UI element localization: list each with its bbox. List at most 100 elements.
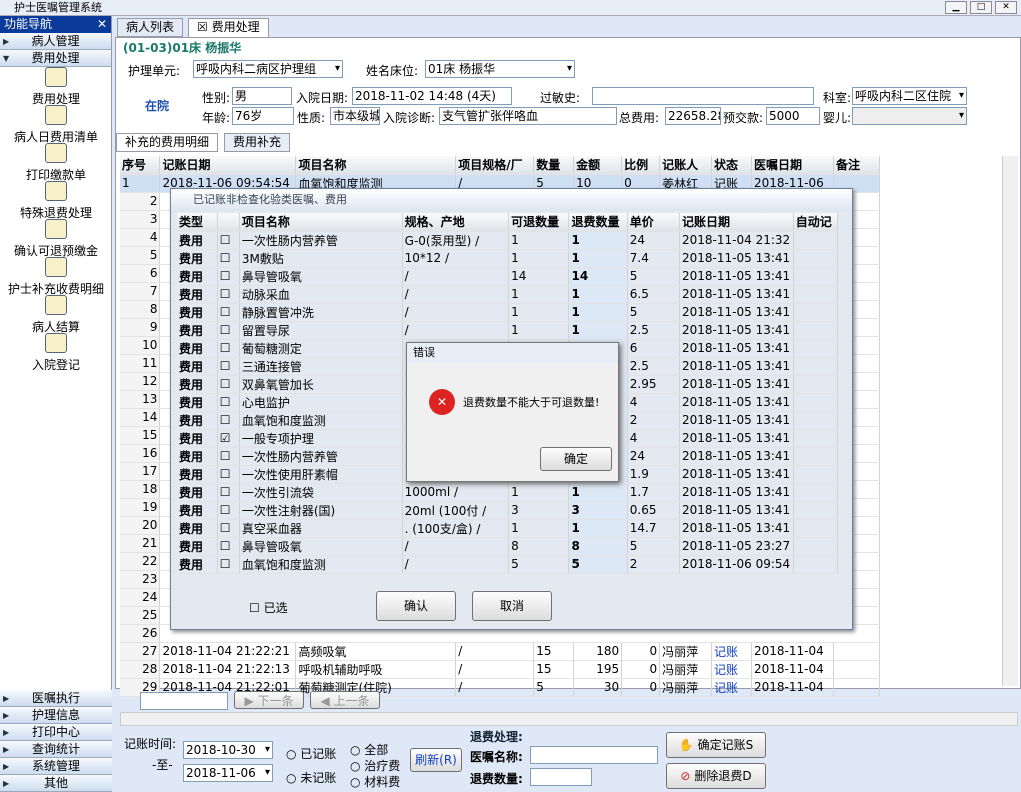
confirm-bill-button[interactable]: ✋ 确定记账S [666, 732, 766, 758]
dialog-row[interactable]: 费用 ☐ 血氧饱和度监测/5 5 2 2018-11-06 09:54 [177, 555, 839, 574]
vertical-scrollbar[interactable] [1002, 156, 1018, 686]
dialog-row[interactable]: 费用 ☐ 静脉置管冲洗/1 1 5 2018-11-05 13:41 [177, 303, 839, 322]
table-row[interactable]: 28 2018-11-04 21:22:13 呼吸机辅助呼吸/15 195 0 冯丽萍 记账… [120, 660, 881, 679]
prepay-field[interactable]: 5000 [766, 107, 820, 125]
column-header: 备注 [833, 156, 881, 175]
dialog-cancel-button[interactable]: 取消 [472, 591, 552, 621]
refund-title: 退费处理: [470, 730, 523, 744]
column-header: 记账人 [659, 156, 713, 175]
unit-select[interactable]: 呼吸内科二病区护理组 [193, 60, 343, 78]
age-field[interactable]: 76岁 [232, 107, 294, 125]
row-checkbox[interactable]: ☐ [217, 555, 240, 574]
row-checkbox[interactable]: ☐ [217, 267, 240, 286]
row-checkbox[interactable]: ☐ [217, 303, 240, 322]
tool-item[interactable]: 特殊退费处理 [0, 181, 112, 220]
column-header: 金额 [573, 156, 623, 175]
tool-item[interactable]: 入院登记 [0, 333, 112, 372]
radio-unbilled[interactable]: ○ 未记账 [286, 769, 336, 786]
row-checkbox[interactable]: ☐ [217, 519, 240, 538]
dialog-row[interactable]: 费用 ☐ 动脉采血/1 1 6.5 2018-11-05 13:41 [177, 285, 839, 304]
refresh-button[interactable]: 刷新(R) [410, 748, 462, 772]
dialog-row[interactable]: 费用 ☐ 真空采血器. (100支/盒) /1 1 14.7 2018-11-05 13:… [177, 519, 839, 538]
allergy-field[interactable] [592, 87, 814, 105]
row-checkbox[interactable]: ☐ [217, 357, 240, 376]
tool-item[interactable]: 确认可退预缴金 [0, 219, 112, 258]
row-checkbox[interactable]: ☐ [217, 393, 240, 412]
row-checkbox[interactable]: ☐ [217, 537, 240, 556]
dialog-row[interactable]: 费用 ☐ 留置导尿/1 1 2.5 2018-11-05 13:41 [177, 321, 839, 340]
row-checkbox[interactable]: ☐ [217, 285, 240, 304]
dialog-row[interactable]: 费用 ☐ 鼻导管吸氧/14 14 5 2018-11-05 13:41 [177, 267, 839, 286]
row-checkbox[interactable]: ☐ [217, 465, 240, 484]
nav-bottom-item[interactable]: ▶ 打印中心 [0, 724, 112, 741]
dialog-row[interactable]: 费用 ☐ 一次性引流袋 1000ml /1 1 1.7 2018-11-05 13:41 [177, 483, 839, 502]
horizontal-scrollbar[interactable] [120, 712, 1018, 726]
nav-patient[interactable]: ▶ 病人管理 [0, 33, 111, 50]
selected-checkbox[interactable]: ☐ 已选 [249, 599, 288, 616]
minimize-button[interactable]: ▁ [945, 1, 967, 14]
sex-field[interactable]: 男 [232, 87, 292, 105]
row-checkbox[interactable]: ☐ [217, 411, 240, 430]
admit-field[interactable]: 2018-11-02 14:48 (4天) [352, 87, 512, 105]
column-header: 医嘱日期 [751, 156, 834, 175]
pager-input[interactable] [140, 692, 228, 710]
row-checkbox[interactable]: ☐ [217, 249, 240, 268]
tool-icon [45, 257, 67, 277]
date-to[interactable]: 2018-11-06 [183, 764, 273, 782]
row-checkbox[interactable]: ☐ [217, 231, 240, 250]
error-icon: ✕ [429, 389, 455, 415]
tab-patient-list[interactable]: 病人列表 [117, 18, 184, 37]
prev-button[interactable]: ◀ 上一条 [310, 691, 380, 709]
app-title: 护士医嘱管理系统 [14, 1, 102, 14]
bed-select[interactable]: 01床 杨振华 [425, 60, 575, 78]
diag-field[interactable]: 支气管扩张伴咯血 [439, 107, 617, 125]
tool-item[interactable]: 费用处理 [0, 67, 112, 106]
maximize-button[interactable]: □ [970, 1, 992, 14]
nav-fee[interactable]: ▼ 费用处理 [0, 50, 111, 67]
dialog-row[interactable]: 费用 ☐ 一次性肠内营养管 G-0(泵用型) /1 1 24 2018-11-04 21:3… [177, 231, 839, 250]
nav-bottom-item[interactable]: ▶ 查询统计 [0, 741, 112, 758]
next-button[interactable]: ▶ 下一条 [234, 691, 304, 709]
total-field[interactable]: 22658.28 [665, 107, 721, 125]
baby-select[interactable] [852, 107, 967, 125]
tool-item[interactable]: 病人日费用清单 [0, 105, 112, 144]
order-label: 医嘱名称: [470, 750, 523, 764]
tab-supp-fee[interactable]: 费用补充 [224, 133, 291, 152]
tool-item[interactable]: 病人结算 [0, 295, 112, 334]
radio-billed[interactable]: ○ 已记账 [286, 745, 336, 762]
radio-all[interactable]: ○ 全部 [350, 741, 388, 758]
tab-fee[interactable]: ☒ 费用处理 [188, 18, 269, 38]
tool-item[interactable]: 护士补充收费明细 [0, 257, 112, 296]
row-checkbox[interactable]: ☐ [217, 483, 240, 502]
dept-select[interactable]: 呼吸内科二区住院 [852, 87, 967, 105]
row-checkbox[interactable]: ☐ [217, 501, 240, 520]
nav-bottom-item[interactable]: ▶ 医嘱执行 [0, 690, 112, 707]
date-from[interactable]: 2018-10-30 [183, 741, 273, 759]
row-checkbox[interactable]: ☑ [217, 429, 240, 448]
dialog-ok-button[interactable]: 确认 [376, 591, 456, 621]
row-checkbox[interactable]: ☐ [217, 375, 240, 394]
dialog-row[interactable]: 费用 ☐ 鼻导管吸氧/8 8 5 2018-11-05 23:27 [177, 537, 839, 556]
tool-item[interactable]: 打印缴款单 [0, 143, 112, 182]
error-message: 退费数量不能大于可退数量! [463, 396, 600, 409]
delete-refund-button[interactable]: ⊘ 删除退费D [666, 763, 766, 789]
row-checkbox[interactable]: ☐ [217, 447, 240, 466]
pin-icon[interactable]: ✕ [97, 16, 111, 33]
nav-bottom-item[interactable]: ▶ 其他 [0, 775, 112, 792]
error-ok-button[interactable]: 确定 [540, 447, 612, 471]
tool-icon [45, 295, 67, 315]
nav-bottom-item[interactable]: ▶ 护理信息 [0, 707, 112, 724]
row-checkbox[interactable]: ☐ [217, 339, 240, 358]
radio-material[interactable]: ○ 材料费 [350, 773, 400, 790]
nature-field[interactable]: 市本级城 [330, 107, 380, 125]
table-row[interactable]: 27 2018-11-04 21:22:21 高频吸氧/15 180 0 冯丽萍 记账 201… [120, 642, 881, 661]
qty-input[interactable] [530, 768, 592, 786]
close-button[interactable]: ✕ [995, 1, 1017, 14]
nav-bottom-item[interactable]: ▶ 系统管理 [0, 758, 112, 775]
radio-treatment[interactable]: ○ 治疗费 [350, 757, 400, 774]
dialog-row[interactable]: 费用 ☐ 一次性注射器(国) 20ml (100付 /3 3 0.65 2018-11-05… [177, 501, 839, 520]
dialog-row[interactable]: 费用 ☐ 3M敷贴 10*12 /1 1 7.4 2018-11-05 13:41 [177, 249, 839, 268]
tab-supp-detail[interactable]: 补充的费用明细 [116, 133, 219, 152]
order-input[interactable] [530, 746, 658, 764]
row-checkbox[interactable]: ☐ [217, 321, 240, 340]
